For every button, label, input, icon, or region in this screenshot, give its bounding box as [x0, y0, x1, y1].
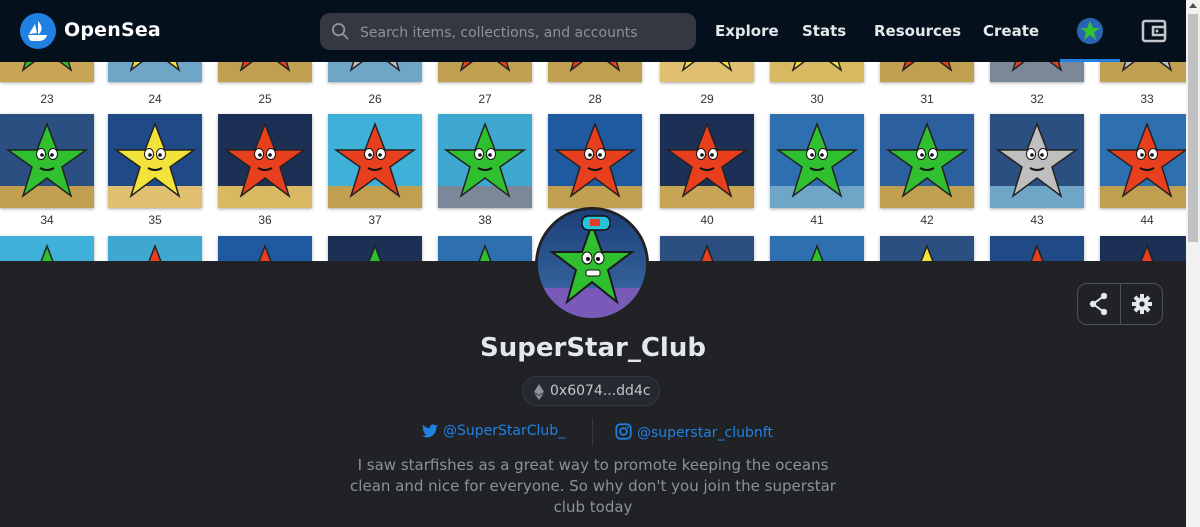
nft-tile: [328, 236, 422, 261]
page-scrollbar[interactable]: [1186, 0, 1200, 527]
nft-tile: [0, 62, 94, 82]
nft-number-label: 42: [920, 213, 934, 227]
social-divider: [592, 418, 593, 446]
nft-number-label: 31: [920, 92, 934, 106]
nft-tile: [548, 62, 642, 82]
nft-tile: [880, 114, 974, 208]
nft-number-label: 37: [368, 213, 382, 227]
nft-tile: [660, 62, 754, 82]
nft-number-label: 34: [40, 213, 54, 227]
twitter-icon: [422, 424, 438, 438]
account-avatar[interactable]: [1077, 18, 1103, 44]
nft-tile: [108, 236, 202, 261]
nft-number-label: 26: [368, 92, 382, 106]
search-icon: [331, 22, 349, 40]
search-bar[interactable]: [320, 13, 696, 52]
nft-tile: [548, 114, 642, 208]
nft-number-label: 41: [810, 213, 824, 227]
nft-tile: [0, 236, 94, 261]
nft-tile: [990, 236, 1084, 261]
share-icon: [1089, 292, 1108, 316]
twitter-handle: @SuperStarClub_: [443, 423, 566, 439]
nft-tile: [438, 62, 532, 82]
nav-create[interactable]: Create: [983, 22, 1039, 40]
profile-avatar: [535, 207, 649, 321]
nft-number-label: 38: [478, 213, 492, 227]
opensea-logo-icon[interactable]: [20, 13, 56, 49]
scroll-up-arrow-icon[interactable]: [1189, 3, 1197, 8]
nft-number-label: 33: [1140, 92, 1154, 106]
profile-name: SuperStar_Club: [480, 333, 706, 363]
nft-number-label: 30: [810, 92, 824, 106]
wallet-address-pill[interactable]: 0x6074...dd4c: [522, 376, 660, 406]
nft-tile: [218, 236, 312, 261]
nft-tile: [218, 62, 312, 82]
nft-tile: [218, 114, 312, 208]
nav-stats[interactable]: Stats: [802, 22, 846, 40]
nft-tile: [990, 62, 1084, 82]
ethereum-icon: [534, 384, 544, 400]
nft-tile: [328, 62, 422, 82]
top-nav: OpenSea Explore Stats Resources Create: [0, 0, 1186, 62]
nft-tile: [990, 114, 1084, 208]
nav-explore[interactable]: Explore: [715, 22, 779, 40]
nft-number-label: 36: [258, 213, 272, 227]
nft-tile: [1100, 114, 1186, 208]
search-input[interactable]: [358, 13, 692, 52]
nft-number-label: 29: [700, 92, 714, 106]
nft-tile: [438, 236, 532, 261]
nft-tile: [660, 114, 754, 208]
instagram-link[interactable]: @superstar_clubnft: [615, 423, 773, 441]
nft-tile: [770, 236, 864, 261]
nft-number-label: 43: [1030, 213, 1044, 227]
nft-number-label: 35: [148, 213, 162, 227]
nft-tile: [880, 62, 974, 82]
profile-bio: I saw starfishes as a great way to promo…: [350, 456, 836, 516]
nft-number-label: 32: [1030, 92, 1044, 106]
scroll-thumb[interactable]: [1188, 14, 1198, 242]
nav-resources[interactable]: Resources: [874, 22, 961, 40]
nft-tile: [438, 114, 532, 208]
wallet-icon[interactable]: [1141, 18, 1167, 44]
nft-number-label: 25: [258, 92, 272, 106]
wallet-address: 0x6074...dd4c: [550, 383, 651, 399]
nft-tile: [108, 62, 202, 82]
profile-actions: [1077, 283, 1163, 325]
settings-button[interactable]: [1121, 284, 1163, 324]
twitter-link[interactable]: @SuperStarClub_: [422, 423, 565, 439]
nft-tile: [1100, 236, 1186, 261]
instagram-handle: @superstar_clubnft: [637, 425, 773, 441]
nft-number-label: 28: [588, 92, 602, 106]
nft-tile: [770, 114, 864, 208]
nft-tile: [108, 114, 202, 208]
instagram-icon: [615, 423, 632, 440]
nft-tile: [1100, 62, 1186, 82]
nft-number-label: 44: [1140, 213, 1154, 227]
share-button[interactable]: [1078, 284, 1120, 324]
nft-tile: [660, 236, 754, 261]
nft-tile: [328, 114, 422, 208]
nft-tile: [0, 114, 94, 208]
nft-number-label: 40: [700, 213, 714, 227]
nft-number-label: 24: [148, 92, 162, 106]
nft-tile: [880, 236, 974, 261]
nft-tile: [770, 62, 864, 82]
nft-number-label: 23: [40, 92, 54, 106]
gear-icon: [1132, 294, 1152, 314]
nft-number-label: 27: [478, 92, 492, 106]
brand-name[interactable]: OpenSea: [64, 19, 161, 41]
